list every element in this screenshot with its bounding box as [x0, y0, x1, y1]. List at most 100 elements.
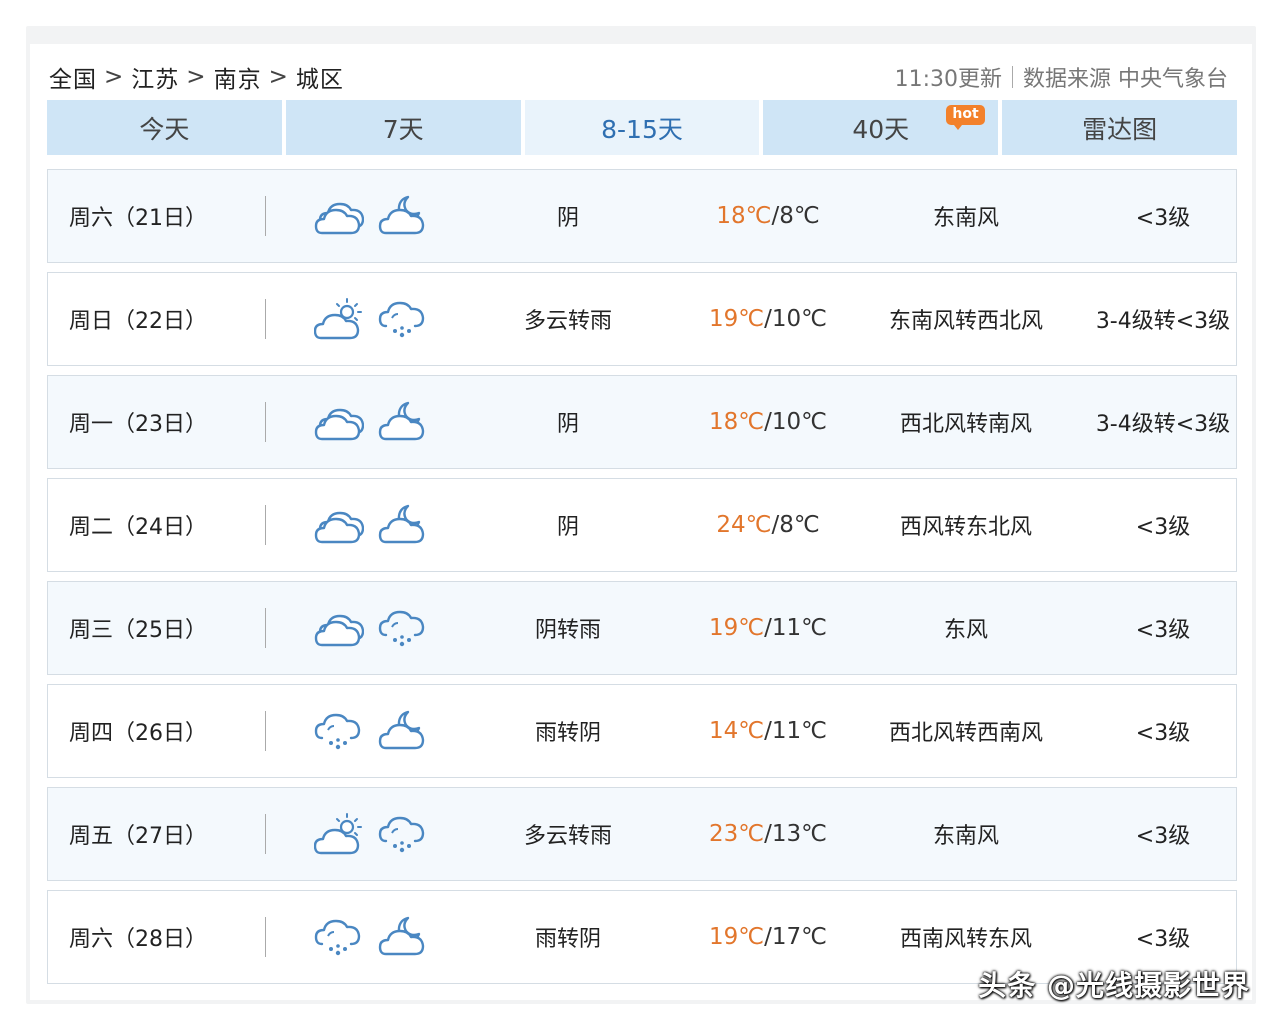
row-divider: [265, 917, 266, 957]
breadcrumb-link[interactable]: 南京: [214, 60, 262, 94]
row-divider: [265, 196, 266, 236]
tab-label: 8-15天: [601, 114, 683, 144]
temp-low: 10℃: [771, 306, 827, 332]
tab-3[interactable]: 40天 hot: [763, 100, 999, 155]
forecast-date: 周四（26日）: [69, 721, 207, 746]
temperature: 18℃/10℃: [668, 376, 868, 468]
temp-high: 23℃: [709, 821, 765, 847]
tab-2[interactable]: 8-15天: [524, 100, 760, 155]
wind-level: 3-4级转<3级: [1095, 309, 1231, 334]
temp-slash: /: [764, 615, 772, 641]
breadcrumb-link[interactable]: 全国: [49, 60, 97, 94]
temp-low: 11℃: [771, 615, 827, 641]
forecast-date: 周一（23日）: [69, 412, 207, 437]
row-divider: [265, 299, 266, 339]
temp-high: 14℃: [709, 718, 765, 744]
rain-cloud-icon: [378, 296, 428, 342]
wind-direction: 东南风: [932, 824, 999, 849]
temp-high: 19℃: [709, 306, 765, 332]
temperature: 19℃/11℃: [668, 582, 868, 674]
weather-text: 阴: [556, 412, 579, 437]
cloud-moon-icon: [378, 914, 428, 960]
data-source: 数据来源 中央气象台: [1023, 67, 1228, 92]
sun-cloud-icon: [314, 811, 364, 857]
forecast-row: 周一（23日） 阴 18℃/10℃ 西北风转南风 3-4级转<3级: [47, 375, 1237, 469]
forecast-row: 周五（27日） 多云转雨 23℃/13℃ 东南风 <3级: [47, 787, 1237, 881]
weather-icons: [314, 376, 434, 468]
wind-level: 3-4级转<3级: [1095, 412, 1231, 437]
tab-1[interactable]: 7天: [285, 100, 521, 155]
row-divider: [265, 608, 266, 648]
tab-4[interactable]: 雷达图: [1002, 100, 1237, 155]
update-divider: [1012, 66, 1013, 88]
temp-low: 8℃: [779, 203, 820, 229]
forecast-date: 周三（25日）: [69, 618, 207, 643]
weather-text: 雨转阴: [534, 927, 601, 952]
temp-slash: /: [771, 203, 780, 229]
tab-label: 40天: [852, 114, 910, 144]
weather-icons: [314, 479, 434, 571]
hot-badge: hot: [946, 105, 985, 130]
weather-icons: [314, 788, 434, 880]
forecast-date: 周日（22日）: [69, 309, 207, 334]
breadcrumb-separator: >: [186, 64, 207, 90]
forecast-date: 周六（21日）: [69, 206, 207, 231]
overcast-cloud-icon: [314, 193, 364, 239]
breadcrumb-separator: >: [268, 64, 289, 90]
forecast-date: 周六（28日）: [69, 927, 207, 952]
tab-label: 今天: [139, 114, 190, 144]
temp-low: 17℃: [771, 924, 827, 950]
cloud-moon-icon: [378, 193, 428, 239]
wind-direction: 西北风转西南风: [888, 721, 1043, 746]
overcast-cloud-icon: [314, 605, 364, 651]
temp-high: 24℃: [716, 512, 772, 538]
temperature: 24℃/8℃: [668, 479, 868, 571]
rain-cloud-icon: [314, 708, 364, 754]
wind-direction: 东南风: [932, 206, 999, 231]
weather-text: 阴: [556, 515, 579, 540]
temperature: 23℃/13℃: [668, 788, 868, 880]
row-divider: [265, 402, 266, 442]
breadcrumb-link[interactable]: 城区: [296, 60, 344, 94]
breadcrumb-separator: >: [104, 64, 125, 90]
row-divider: [265, 505, 266, 545]
weather-text: 多云转雨: [523, 824, 612, 849]
cloud-moon-icon: [378, 708, 428, 754]
temperature: 19℃/10℃: [668, 273, 868, 365]
tab-label: 7天: [382, 114, 424, 144]
forecast-row: 周四（26日） 雨转阴 14℃/11℃ 西北风转西南风 <3级: [47, 684, 1237, 778]
forecast-row: 周三（25日） 阴转雨 19℃/11℃ 东风 <3级: [47, 581, 1237, 675]
temp-high: 18℃: [709, 409, 765, 435]
rain-cloud-icon: [314, 914, 364, 960]
row-divider: [265, 711, 266, 751]
wind-direction: 西北风转南风: [899, 412, 1032, 437]
weather-text: 阴转雨: [534, 618, 601, 643]
weather-text: 雨转阴: [534, 721, 601, 746]
weather-text: 阴: [556, 206, 579, 231]
forecast-row: 周二（24日） 阴 24℃/8℃ 西风转东北风 <3级: [47, 478, 1237, 572]
weather-icons: [314, 273, 434, 365]
wind-direction: 东南风转西北风: [888, 309, 1043, 334]
forecast-date: 周二（24日）: [69, 515, 207, 540]
wind-level: <3级: [1135, 721, 1191, 746]
cloud-moon-icon: [378, 502, 428, 548]
wind-level: <3级: [1135, 206, 1191, 231]
temp-slash: /: [764, 821, 772, 847]
weather-text: 多云转雨: [523, 309, 612, 334]
update-info: 11:30更新 数据来源 中央气象台: [895, 60, 1228, 94]
forecast-tabs: 今天 7天 8-15天 40天 hot 雷达图: [47, 100, 1237, 155]
wind-level: <3级: [1135, 515, 1191, 540]
temp-low: 10℃: [771, 409, 827, 435]
temp-high: 19℃: [709, 924, 765, 950]
rain-cloud-icon: [378, 811, 428, 857]
breadcrumb-link[interactable]: 江苏: [131, 60, 179, 94]
tab-0[interactable]: 今天: [47, 100, 282, 155]
rain-cloud-icon: [378, 605, 428, 651]
wind-level: <3级: [1135, 618, 1191, 643]
breadcrumb: 全国 > 江苏 > 南京 > 城区: [49, 60, 344, 94]
temp-low: 11℃: [771, 718, 827, 744]
weather-icons: [314, 170, 434, 262]
cloud-moon-icon: [378, 399, 428, 445]
wind-direction: 东风: [943, 618, 988, 643]
sun-cloud-icon: [314, 296, 364, 342]
